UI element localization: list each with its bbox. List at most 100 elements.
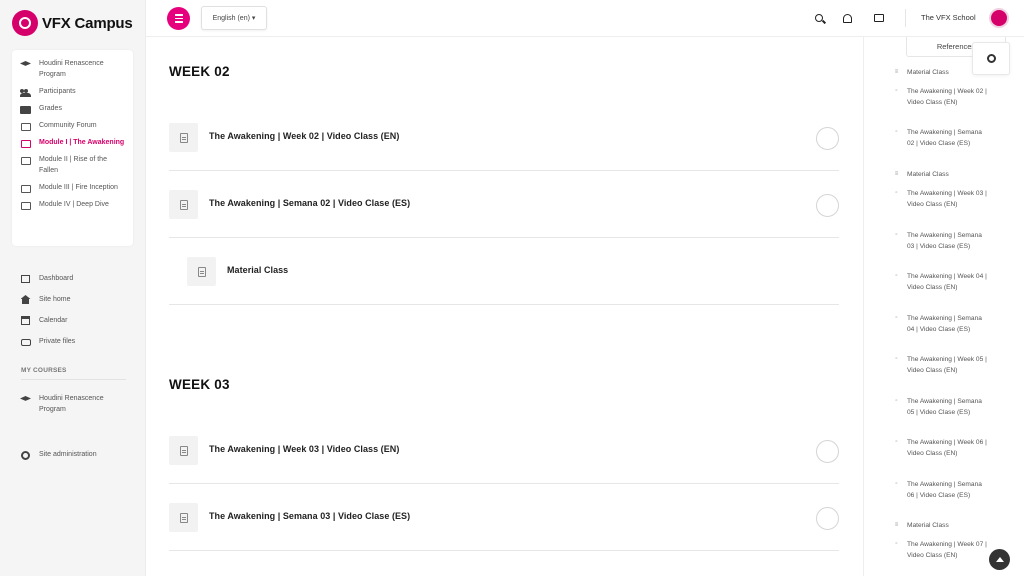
page-icon: ▫ <box>895 398 898 404</box>
nav-item-module-1[interactable]: Module I | The Awakening <box>12 134 133 151</box>
nav-item-private-files[interactable]: Private files <box>12 331 133 352</box>
toc-link-label: The Awakening | Semana 03 | Video Clase … <box>907 232 982 250</box>
toc-link-label: The Awakening | Week 03 | Video Class (E… <box>907 190 987 208</box>
nav-item-label: Community Forum <box>39 122 97 129</box>
completion-checkbox[interactable] <box>816 507 839 530</box>
drawer-settings-button[interactable] <box>972 42 1010 75</box>
language-selector-label: English (en) <box>212 14 250 22</box>
toc-link[interactable]: ≡ Material Class <box>895 520 987 531</box>
toc-link[interactable]: ▫ The Awakening | Semana 06 | Video Clase… <box>895 479 987 501</box>
nav-item-label: Site home <box>39 296 71 303</box>
notifications-button[interactable] <box>841 12 853 24</box>
nav-item-module-2[interactable]: Module II | Rise of the Fallen <box>12 151 133 179</box>
toc-link-label: The Awakening | Semana 02 | Video Clase … <box>907 129 982 147</box>
toc-link-label: The Awakening | Semana 04 | Video Clase … <box>907 315 982 333</box>
gear-icon <box>986 54 996 63</box>
topbar-divider <box>905 9 906 27</box>
toc-link[interactable]: ▫ The Awakening | Week 03 | Video Class (… <box>895 188 987 210</box>
toc-link-label: The Awakening | Week 07 | Video Class (E… <box>907 541 987 559</box>
page-icon: ▫ <box>895 232 898 238</box>
toc-link[interactable]: ▫ The Awakening | Semana 05 | Video Clase… <box>895 396 987 418</box>
folder-icon <box>20 137 31 148</box>
folder-icon <box>20 182 31 193</box>
toc-link[interactable]: ≡ Material Class <box>895 169 987 180</box>
toc-link[interactable]: ▫ The Awakening | Week 07 | Video Class (… <box>895 539 987 561</box>
toc-link[interactable]: ▫ The Awakening | Semana 04 | Video Clase… <box>895 313 987 335</box>
right-drawer: References ≡ Material Class ▫ The Awakenin… <box>863 37 1010 576</box>
nav-item-site-home[interactable]: Site home <box>12 289 133 310</box>
dashboard-icon <box>20 273 31 284</box>
toc-link[interactable]: ▫ The Awakening | Semana 02 | Video Clase… <box>895 127 987 149</box>
user-avatar[interactable] <box>989 8 1009 28</box>
search-button[interactable] <box>813 12 825 24</box>
brand-logo-icon <box>12 10 38 36</box>
nav-item-grades[interactable]: Grades <box>12 100 133 117</box>
activity-link[interactable]: The Awakening | Semana 02 | Video Clase … <box>209 198 410 208</box>
brand-name: VFX Campus <box>42 14 133 32</box>
nav-item-module-3[interactable]: Module III | Fire Inception <box>12 179 133 196</box>
toc-link[interactable]: ▫ The Awakening | Week 04 | Video Class (… <box>895 271 987 293</box>
nav-item-calendar[interactable]: Calendar <box>12 310 133 331</box>
completion-checkbox[interactable] <box>816 440 839 463</box>
folder-icon <box>20 154 31 165</box>
toc-link-label: The Awakening | Semana 05 | Video Clase … <box>907 398 982 416</box>
nav-item-participants[interactable]: Participants <box>12 83 133 100</box>
drive-icon <box>20 336 31 347</box>
toc-link-label: Material Class <box>907 69 949 76</box>
nav-item-label: Houdini Renascence Program <box>39 60 104 78</box>
page-activity-icon <box>169 190 198 219</box>
nav-item-label: Module I | The Awakening <box>39 139 125 146</box>
page-icon: ▫ <box>895 88 898 94</box>
nav-item-dashboard[interactable]: Dashboard <box>12 268 133 289</box>
nav-item-course-home[interactable]: Houdini Renascence Program <box>12 55 133 83</box>
toc-link-label: Material Class <box>907 522 949 529</box>
graduation-cap-icon <box>20 58 31 69</box>
activity-link[interactable]: The Awakening | Week 03 | Video Class (E… <box>209 444 399 454</box>
toc-link[interactable]: ▫ The Awakening | Week 02 | Video Class (… <box>895 86 987 108</box>
nav-item-label: Participants <box>39 88 76 95</box>
activity-link[interactable]: The Awakening | Week 02 | Video Class (E… <box>209 131 399 141</box>
activity-link[interactable]: The Awakening | Semana 03 | Video Clase … <box>209 511 410 521</box>
nav-item-label: Houdini Renascence Program <box>39 395 104 413</box>
toc-link-label: Material Class <box>907 171 949 178</box>
nav-item-community-forum[interactable]: Community Forum <box>12 117 133 134</box>
toc-link[interactable]: ▫ The Awakening | Semana 03 | Video Clase… <box>895 230 987 252</box>
brand-logo-link[interactable]: VFX Campus <box>12 10 133 36</box>
toc-link-label: The Awakening | Week 06 | Video Class (E… <box>907 439 987 457</box>
users-icon <box>20 86 31 97</box>
nav-item-label: Module IV | Deep Dive <box>39 201 109 208</box>
page-icon: ▫ <box>895 315 898 321</box>
nav-item-my-course[interactable]: Houdini Renascence Program <box>12 390 133 418</box>
arrow-up-icon <box>995 557 1004 562</box>
calendar-icon <box>20 315 31 326</box>
toc-link-label: The Awakening | Week 02 | Video Class (E… <box>907 88 987 106</box>
page-activity-icon <box>169 123 198 152</box>
activity-link[interactable]: Material Class <box>227 265 288 275</box>
file-activity-icon <box>187 257 216 286</box>
my-courses-heading: MY COURSES <box>21 367 126 380</box>
activity-row: The Awakening | Semana 02 | Video Clase … <box>169 171 839 238</box>
nav-item-site-administration[interactable]: Site administration <box>12 446 133 463</box>
toc-link[interactable]: ▫ The Awakening | Week 06 | Video Class (… <box>895 437 987 459</box>
nav-item-module-4[interactable]: Module IV | Deep Dive <box>12 196 133 213</box>
toc-link[interactable]: ▫ The Awakening | Week 05 | Video Class (… <box>895 354 987 376</box>
graduation-cap-icon <box>20 393 31 404</box>
page-icon: ▫ <box>895 356 898 362</box>
page-icon: ▫ <box>895 129 898 135</box>
page-scrollbar[interactable] <box>1013 37 1024 576</box>
completion-checkbox[interactable] <box>816 194 839 217</box>
completion-checkbox[interactable] <box>816 127 839 150</box>
messages-button[interactable] <box>873 12 885 24</box>
folder-icon <box>20 199 31 210</box>
site-navigation: Dashboard Site home Calendar Private fil… <box>12 268 133 352</box>
nav-item-label: Calendar <box>39 317 68 324</box>
language-selector[interactable]: English (en) ▾ <box>201 6 267 30</box>
file-icon: ≡ <box>894 171 899 177</box>
user-menu-name[interactable]: The VFX School <box>921 13 976 22</box>
section-title-week-03: WEEK 03 <box>169 377 230 392</box>
drawer-toggle-button[interactable] <box>167 7 190 30</box>
section-title-week-02: WEEK 02 <box>169 64 230 79</box>
page-icon: ▫ <box>895 439 898 445</box>
chat-icon <box>874 14 884 22</box>
back-to-top-button[interactable] <box>989 549 1010 570</box>
